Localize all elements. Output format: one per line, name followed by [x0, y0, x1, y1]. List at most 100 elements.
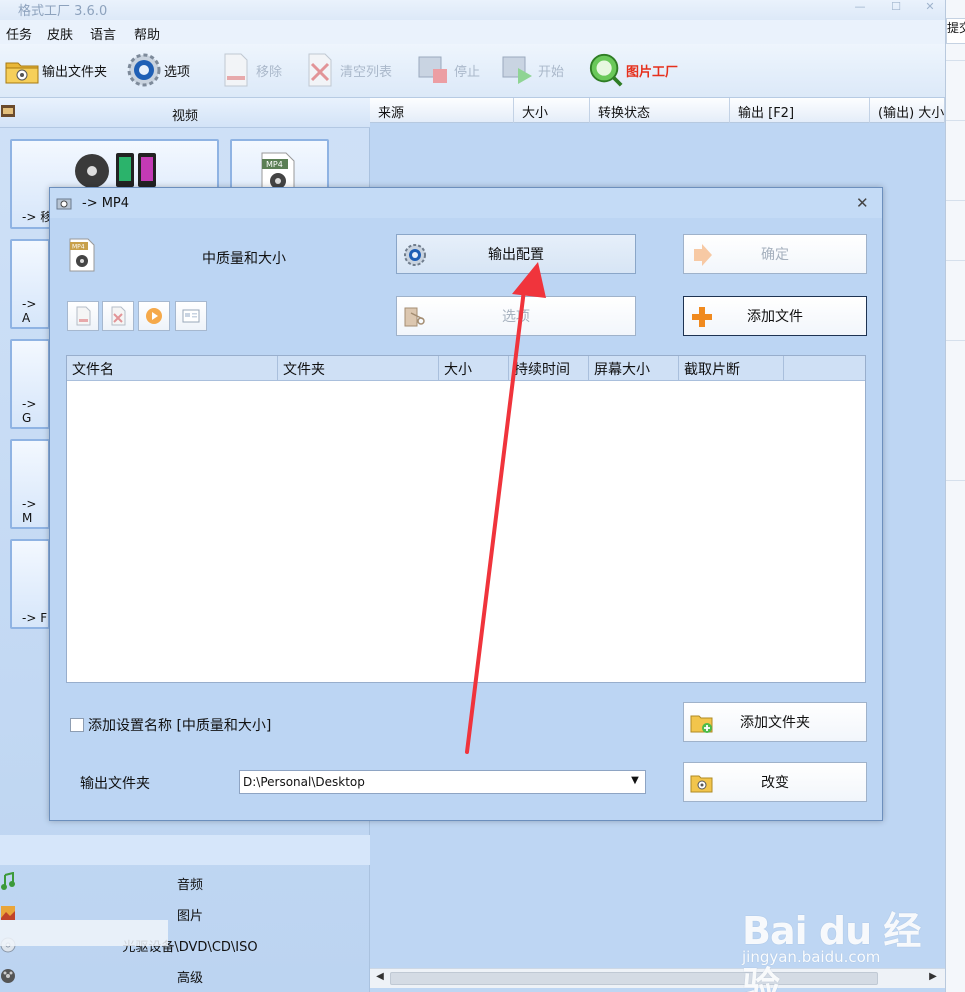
close-window-button[interactable]: ✕ [920, 0, 940, 14]
ok-label: 确定 [761, 247, 789, 263]
format-tile-label: -> M [22, 497, 37, 525]
remove-button[interactable]: 移除 [218, 50, 282, 90]
clear-list-button[interactable]: 清空列表 [302, 50, 392, 90]
play-file-button[interactable] [138, 301, 170, 331]
output-folder-select[interactable]: D:\Personal\Desktop ▼ [239, 770, 646, 794]
minimize-button[interactable]: — [850, 0, 870, 14]
add-folder-button[interactable]: 添加文件夹 [683, 702, 867, 742]
folder-add-icon [690, 711, 714, 735]
horizontal-scrollbar[interactable]: ◀ ▶ [370, 968, 945, 988]
add-setting-name-label: 添加设置名称 [中质量和大小] [88, 718, 272, 734]
file-info-button[interactable] [175, 301, 207, 331]
ok-button[interactable]: 确定 [683, 234, 867, 274]
dropdown-arrow-icon: ▼ [631, 775, 639, 786]
maximize-button[interactable]: ☐ [886, 0, 906, 14]
output-folder-button[interactable]: 输出文件夹 [4, 50, 107, 90]
menu-task[interactable]: 任务 [6, 24, 32, 43]
menu-skin[interactable]: 皮肤 [47, 24, 73, 43]
col-clip[interactable]: 截取片断 [679, 356, 784, 380]
close-icon[interactable]: ✕ [856, 194, 869, 212]
quality-label: 中质量和大小 [202, 251, 286, 267]
background-window-tab[interactable]: 提交 [946, 18, 965, 44]
dialog-title: -> MP4 [82, 196, 130, 211]
col-output-size[interactable]: (输出) 大小 [870, 98, 945, 123]
format-tile-a[interactable]: -> A [10, 239, 50, 329]
background-window-edge: 提交 [945, 0, 965, 992]
play-icon [146, 308, 162, 324]
plus-icon [690, 305, 714, 329]
category-video-label: 视频 [171, 109, 198, 124]
film-reel-phones-icon [75, 153, 156, 188]
col-folder[interactable]: 文件夹 [278, 356, 439, 380]
panel-separator [0, 835, 370, 865]
svg-text:MP4: MP4 [266, 160, 283, 169]
scrollbar-thumb[interactable] [390, 972, 878, 985]
file-list-header: 文件名 文件夹 大小 持续时间 屏幕大小 截取片断 [67, 356, 865, 381]
col-screen-size[interactable]: 屏幕大小 [589, 356, 679, 380]
category-video[interactable]: 视频 [0, 98, 370, 128]
window-title: 格式工厂 3.6.0 [18, 4, 108, 19]
output-folder-label: 输出文件夹 [80, 776, 150, 792]
folder-icon [690, 771, 714, 795]
scroll-right-icon[interactable]: ▶ [926, 971, 940, 985]
format-tile-label: -> 移 [22, 210, 53, 224]
mp4-settings-dialog: -> MP4 ✕ MP4 中质量和大小 输出配置 确定 选项 添加文件 文件名 … [49, 187, 883, 821]
category-audio[interactable]: 音频 [0, 868, 370, 898]
remove-doc-icon [218, 52, 254, 88]
category-advanced[interactable]: 高级 [0, 961, 370, 991]
stop-icon [416, 52, 452, 88]
col-size[interactable]: 大小 [514, 98, 590, 123]
svg-text:MP4: MP4 [72, 244, 85, 251]
output-config-label: 输出配置 [488, 247, 544, 263]
scroll-left-icon[interactable]: ◀ [373, 971, 387, 985]
folder-icon [4, 52, 40, 88]
gear-icon [126, 52, 162, 88]
app-icon [56, 195, 72, 211]
output-folder-label: 输出文件夹 [42, 64, 108, 80]
gear-icon [403, 243, 427, 267]
clear-list-icon [111, 306, 126, 326]
file-list[interactable]: 文件名 文件夹 大小 持续时间 屏幕大小 截取片断 [66, 355, 866, 683]
menu-help[interactable]: 帮助 [134, 24, 160, 43]
col-duration[interactable]: 持续时间 [509, 356, 589, 380]
add-setting-name-checkbox[interactable] [70, 718, 84, 732]
format-tile-label: -> A [22, 297, 37, 325]
options-button[interactable]: 选项 [396, 296, 636, 336]
picture-factory-button[interactable]: 图片工厂 [588, 50, 678, 90]
add-file-label: 添加文件 [747, 309, 803, 325]
stop-label: 停止 [454, 64, 481, 80]
menu-language[interactable]: 语言 [90, 24, 116, 43]
start-button[interactable]: 开始 [500, 50, 564, 90]
col-source[interactable]: 来源 [370, 98, 514, 123]
category-audio-label: 音频 [176, 878, 203, 893]
clear-list-label: 清空列表 [340, 64, 393, 80]
format-tile-g[interactable]: -> G [10, 339, 50, 429]
stop-button[interactable]: 停止 [416, 50, 480, 90]
category-advanced-label: 高级 [176, 971, 203, 986]
task-list-header: 来源 大小 转换状态 输出 [F2] (输出) 大小 [370, 98, 945, 123]
arrow-right-icon [690, 243, 714, 267]
col-status[interactable]: 转换状态 [590, 98, 730, 123]
format-tile-label: -> G [22, 397, 37, 425]
remove-doc-icon [76, 306, 91, 326]
change-button[interactable]: 改变 [683, 762, 867, 802]
col-output[interactable]: 输出 [F2] [730, 98, 870, 123]
remove-label: 移除 [256, 64, 283, 80]
window-titlebar: 格式工厂 3.6.0 — ☐ ✕ [0, 0, 965, 20]
col-size[interactable]: 大小 [439, 356, 509, 380]
toolbar: 输出文件夹 选项 移除 清空列表 停止 开始 图片工厂 [0, 44, 945, 98]
format-tile-f[interactable]: -> F [10, 539, 50, 629]
format-tile-m[interactable]: -> M [10, 439, 50, 529]
mp4-file-icon: MP4 [69, 238, 95, 272]
col-file-name[interactable]: 文件名 [67, 356, 278, 380]
add-file-button[interactable]: 添加文件 [683, 296, 867, 336]
output-folder-value: D:\Personal\Desktop [243, 775, 365, 789]
picture-factory-icon [588, 52, 624, 88]
options-button[interactable]: 选项 [126, 50, 190, 90]
film-scissors-icon [403, 305, 427, 329]
output-config-button[interactable]: 输出配置 [396, 234, 636, 274]
remove-file-button[interactable] [67, 301, 99, 331]
clear-files-button[interactable] [102, 301, 134, 331]
dialog-titlebar: -> MP4 ✕ [50, 188, 882, 218]
overlay-strip [0, 920, 168, 946]
